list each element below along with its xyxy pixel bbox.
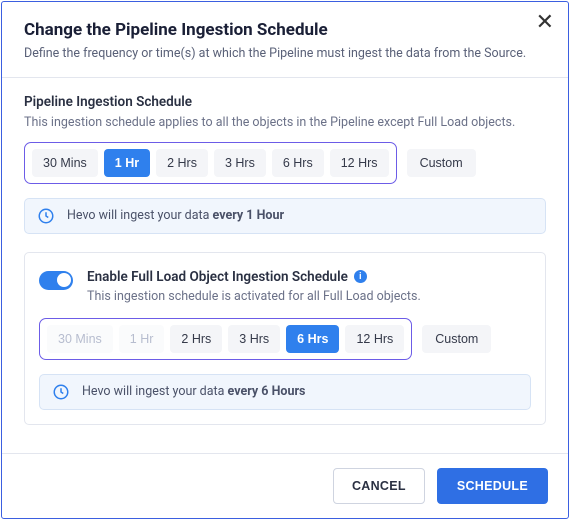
full-load-header-text: Enable Full Load Object Ingestion Schedu… xyxy=(87,269,421,304)
full-load-option-2-hrs[interactable]: 2 Hrs xyxy=(170,325,222,353)
schedule-desc: This ingestion schedule applies to all t… xyxy=(24,115,546,130)
full-load-selector-row: 30 Mins1 Hr2 Hrs3 Hrs6 Hrs12 Hrs Custom xyxy=(39,318,531,360)
full-load-option-12-hrs[interactable]: 12 Hrs xyxy=(345,325,404,353)
schedule-segmented-control: 30 Mins1 Hr2 Hrs3 Hrs6 Hrs12 Hrs xyxy=(24,142,397,184)
close-icon[interactable]: ✕ xyxy=(536,12,554,34)
schedule-custom-button[interactable]: Custom xyxy=(407,149,476,177)
schedule-selector-row: 30 Mins1 Hr2 Hrs3 Hrs6 Hrs12 Hrs Custom xyxy=(24,142,546,184)
full-load-header: Enable Full Load Object Ingestion Schedu… xyxy=(39,269,531,304)
full-load-option-1-hr: 1 Hr xyxy=(119,325,165,353)
modal-header: Change the Pipeline Ingestion Schedule D… xyxy=(2,2,568,77)
clock-icon xyxy=(52,383,70,401)
schedule-option-1-hr[interactable]: 1 Hr xyxy=(104,149,150,177)
full-load-info-bold: every 6 Hours xyxy=(228,384,306,399)
clock-icon xyxy=(37,207,55,225)
info-icon[interactable]: i xyxy=(354,270,367,283)
full-load-segmented-control: 30 Mins1 Hr2 Hrs3 Hrs6 Hrs12 Hrs xyxy=(39,318,412,360)
full-load-toggle[interactable] xyxy=(39,271,73,290)
full-load-info-text: Hevo will ingest your data every 6 Hours xyxy=(82,384,305,399)
full-load-info-prefix: Hevo will ingest your data xyxy=(82,384,228,399)
schedule-info-bold: every 1 Hour xyxy=(213,208,285,223)
full-load-info-strip: Hevo will ingest your data every 6 Hours xyxy=(39,374,531,410)
schedule-option-12-hrs[interactable]: 12 Hrs xyxy=(330,149,389,177)
full-load-custom-button[interactable]: Custom xyxy=(422,325,491,353)
modal-footer: CANCEL SCHEDULE xyxy=(2,453,568,518)
schedule-label: Pipeline Ingestion Schedule xyxy=(24,94,546,110)
full-load-title: Enable Full Load Object Ingestion Schedu… xyxy=(87,269,348,285)
schedule-option-2-hrs[interactable]: 2 Hrs xyxy=(156,149,208,177)
full-load-title-row: Enable Full Load Object Ingestion Schedu… xyxy=(87,269,421,285)
full-load-desc: This ingestion schedule is activated for… xyxy=(87,289,421,304)
full-load-section: Enable Full Load Object Ingestion Schedu… xyxy=(24,252,546,425)
modal-body: Pipeline Ingestion Schedule This ingesti… xyxy=(2,78,568,454)
full-load-option-30-mins: 30 Mins xyxy=(47,325,113,353)
modal-subtitle: Define the frequency or time(s) at which… xyxy=(24,45,546,63)
change-schedule-modal: Change the Pipeline Ingestion Schedule D… xyxy=(1,1,569,519)
schedule-info-prefix: Hevo will ingest your data xyxy=(67,208,213,223)
cancel-button[interactable]: CANCEL xyxy=(333,468,425,504)
schedule-option-6-hrs[interactable]: 6 Hrs xyxy=(272,149,324,177)
schedule-info-text: Hevo will ingest your data every 1 Hour xyxy=(67,208,284,223)
schedule-option-3-hrs[interactable]: 3 Hrs xyxy=(214,149,266,177)
schedule-info-strip: Hevo will ingest your data every 1 Hour xyxy=(24,198,546,234)
schedule-button[interactable]: SCHEDULE xyxy=(437,468,548,504)
modal-title: Change the Pipeline Ingestion Schedule xyxy=(24,20,546,40)
schedule-option-30-mins[interactable]: 30 Mins xyxy=(32,149,98,177)
full-load-option-3-hrs[interactable]: 3 Hrs xyxy=(228,325,280,353)
full-load-option-6-hrs[interactable]: 6 Hrs xyxy=(286,325,339,353)
